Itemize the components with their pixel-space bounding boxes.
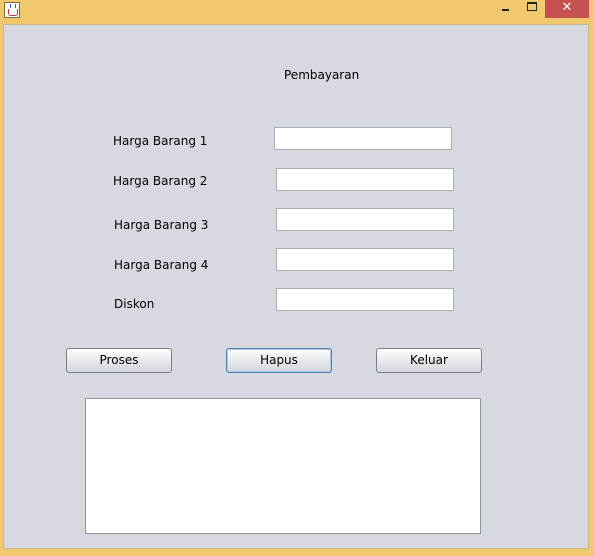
hapus-button[interactable]: Hapus (226, 348, 332, 373)
title-bar[interactable]: ✕ (0, 0, 594, 22)
diskon-field[interactable] (276, 288, 454, 311)
java-cup-icon[interactable] (4, 2, 20, 18)
keluar-button[interactable]: Keluar (376, 348, 482, 373)
content-panel: Pembayaran Harga Barang 1 Harga Barang 2… (3, 24, 589, 549)
harga-barang-2-label: Harga Barang 2 (113, 174, 208, 188)
harga-barang-1-label: Harga Barang 1 (113, 134, 208, 148)
output-textarea[interactable] (85, 398, 481, 534)
diskon-label: Diskon (114, 297, 155, 311)
harga-barang-2-field[interactable] (276, 168, 454, 191)
harga-barang-1-field[interactable] (274, 127, 452, 150)
harga-barang-3-field[interactable] (276, 208, 454, 231)
proses-button[interactable]: Proses (66, 348, 172, 373)
harga-barang-4-label: Harga Barang 4 (114, 258, 209, 272)
harga-barang-3-label: Harga Barang 3 (114, 218, 209, 232)
close-button[interactable]: ✕ (545, 0, 589, 18)
maximize-button[interactable] (519, 0, 545, 18)
harga-barang-4-field[interactable] (276, 248, 454, 271)
minimize-button[interactable] (492, 0, 518, 18)
page-title: Pembayaran (284, 68, 360, 82)
